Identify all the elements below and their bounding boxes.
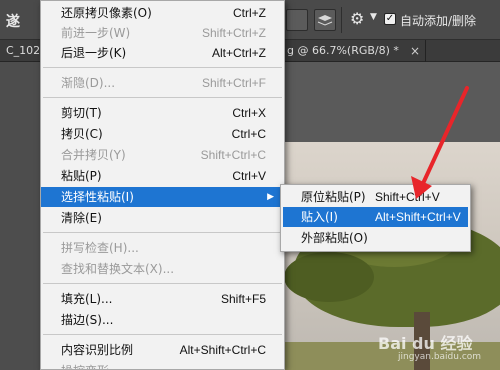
toolbar-divider [341,7,342,33]
menu-separator [43,334,282,335]
paste-special-submenu: 原位粘贴(P) Shift+Ctrl+V 贴入(I) Alt+Shift+Ctr… [280,184,471,252]
menu-separator [43,67,282,68]
menu-separator [43,232,282,233]
menu-item-stroke[interactable]: 描边(S)... [41,310,284,330]
tab-document-1[interactable]: C_1024 [0,40,40,62]
menu-item-puppet-warp[interactable]: 操控变形 [41,361,284,369]
auto-add-checkbox[interactable]: ✓ [384,13,396,25]
menu-separator [43,97,282,98]
edit-menu: 还原拷贝像素(O) Ctrl+Z 前进一步(W) Shift+Ctrl+Z 后退… [40,0,285,370]
menu-item-content-aware-scale[interactable]: 内容识别比例 Alt+Shift+Ctrl+C [41,340,284,360]
chevron-down-icon[interactable]: ▼ [370,12,377,22]
menu-item-clear[interactable]: 清除(E) [41,208,284,228]
menu-item-step-backward[interactable]: 后退一步(K) Alt+Ctrl+Z [41,43,284,63]
layer-stack-icon[interactable] [314,9,336,31]
tab-divider [425,40,426,62]
watermark-logo: Bai du 经验 [378,334,473,353]
menu-item-paste[interactable]: 粘贴(P) Ctrl+V [41,166,284,186]
menu-item-copy-merged[interactable]: 合并拷贝(Y) Shift+Ctrl+C [41,145,284,165]
align-button[interactable] [286,9,308,31]
menu-item-fill[interactable]: 填充(L)... Shift+F5 [41,289,284,309]
close-icon[interactable]: × [410,40,420,62]
menu-item-copy[interactable]: 拷贝(C) Ctrl+C [41,124,284,144]
menu-item-find-replace[interactable]: 查找和替换文本(X)... [41,259,284,279]
gear-icon[interactable]: ⚙ [350,9,364,28]
menu-item-fade[interactable]: 渐隐(D)... Shift+Ctrl+F [41,73,284,93]
menu-item-paste-in-place[interactable]: 原位粘贴(P) Shift+Ctrl+V [283,187,468,207]
menu-item-step-forward[interactable]: 前进一步(W) Shift+Ctrl+Z [41,23,284,43]
menu-separator [43,283,282,284]
menu-item-paste-into[interactable]: 贴入(I) Alt+Shift+Ctrl+V [283,207,468,227]
tab-document-2[interactable]: g @ 66.7%(RGB/8) * [285,40,405,62]
menu-item-cut[interactable]: 剪切(T) Ctrl+X [41,103,284,123]
menu-item-paste-outside[interactable]: 外部粘贴(O) [283,228,468,248]
toolbar-left-label: 遂 [6,14,20,30]
menu-item-spell-check[interactable]: 拼写检查(H)... [41,238,284,258]
menu-item-paste-special[interactable]: 选择性粘贴(I) ▶ [41,187,284,207]
menu-item-undo[interactable]: 还原拷贝像素(O) Ctrl+Z [41,3,284,23]
auto-add-label: 自动添加/删除 [400,14,477,28]
chevron-right-icon: ▶ [267,192,274,202]
left-panel [0,62,40,370]
watermark-url: jingyan.baidu.com [398,352,482,362]
